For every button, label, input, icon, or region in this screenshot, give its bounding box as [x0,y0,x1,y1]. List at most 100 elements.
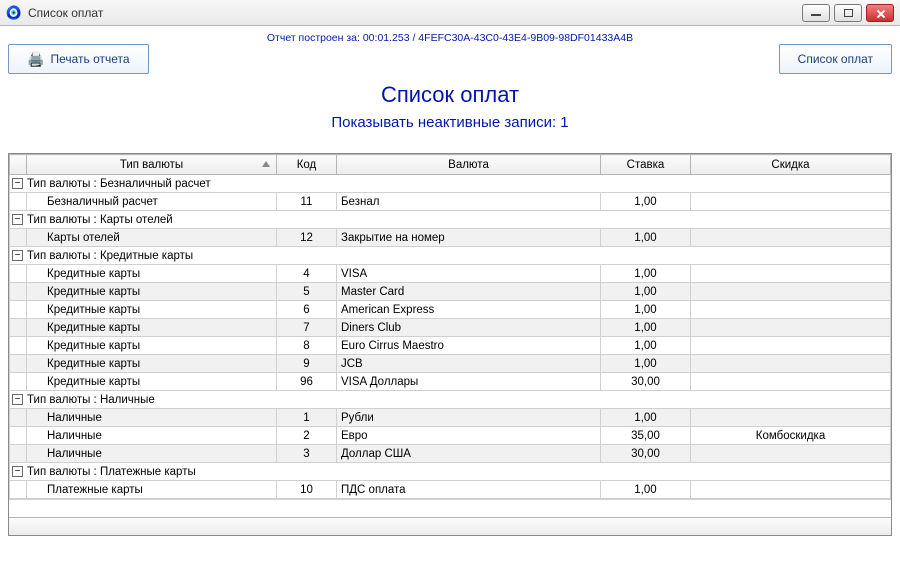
cell-currency: Рубли [337,409,601,427]
row-indent-cell [10,193,27,211]
group-row[interactable]: −Тип валюты : Кредитные карты [10,247,891,265]
cell-code: 8 [277,337,337,355]
group-collapse-icon[interactable]: − [12,394,23,405]
cell-currency: JCB [337,355,601,373]
group-row[interactable]: −Тип валюты : Безналичный расчет [10,175,891,193]
group-label: Тип валюты : Карты отелей [27,214,173,226]
page-subtitle: Показывать неактивные записи: 1 [8,114,892,131]
row-indent-cell [10,265,27,283]
cell-type: Кредитные карты [27,265,277,283]
cell-rate: 30,00 [601,445,691,463]
column-type[interactable]: Тип валюты [27,155,277,175]
cell-code: 11 [277,193,337,211]
column-discount[interactable]: Скидка [691,155,891,175]
row-indent-cell [10,355,27,373]
report-info: Отчет построен за: 00:01.253 / 4FEFC30A-… [8,32,892,44]
cell-discount [691,265,891,283]
window-title: Список оплат [28,6,802,20]
table-row[interactable]: Безналичный расчет11Безнал1,00 [10,193,891,211]
grid-filter-row[interactable] [9,499,891,517]
cell-discount: Комбоскидка [691,427,891,445]
group-label: Тип валюты : Платежные карты [27,466,196,478]
group-collapse-icon[interactable]: − [12,466,23,477]
cell-code: 9 [277,355,337,373]
group-row[interactable]: −Тип валюты : Карты отелей [10,211,891,229]
table-row[interactable]: Карты отелей12Закрытие на номер1,00 [10,229,891,247]
cell-discount [691,301,891,319]
cell-type: Кредитные карты [27,319,277,337]
payments-grid[interactable]: Тип валюты Код Валюта Ставка Скидка −Тип… [8,153,892,536]
table-row[interactable]: Наличные3Доллар США30,00 [10,445,891,463]
group-row[interactable]: −Тип валюты : Наличные [10,391,891,409]
column-expand[interactable] [10,155,27,175]
cell-currency: Euro Cirrus Maestro [337,337,601,355]
cell-rate: 1,00 [601,193,691,211]
cell-discount [691,283,891,301]
row-indent-cell [10,373,27,391]
cell-code: 5 [277,283,337,301]
cell-discount [691,355,891,373]
table-row[interactable]: Кредитные карты6American Express1,00 [10,301,891,319]
table-row[interactable]: Кредитные карты7Diners Club1,00 [10,319,891,337]
cell-rate: 1,00 [601,355,691,373]
row-indent-cell [10,445,27,463]
column-code[interactable]: Код [277,155,337,175]
row-indent-cell [10,229,27,247]
page-title: Список оплат [8,82,892,108]
cell-currency: Безнал [337,193,601,211]
group-collapse-icon[interactable]: − [12,214,23,225]
cell-currency: Master Card [337,283,601,301]
cell-type: Кредитные карты [27,337,277,355]
row-indent-cell [10,409,27,427]
group-row[interactable]: −Тип валюты : Платежные карты [10,463,891,481]
table-row[interactable]: Кредитные карты96VISA Доллары30,00 [10,373,891,391]
cell-currency: Diners Club [337,319,601,337]
cell-currency: Доллар США [337,445,601,463]
close-button[interactable] [866,4,894,22]
table-row[interactable]: Наличные2Евро35,00Комбоскидка [10,427,891,445]
cell-discount [691,409,891,427]
payments-list-label: Список оплат [798,52,873,66]
table-row[interactable]: Платежные карты10ПДС оплата1,00 [10,481,891,499]
cell-type: Кредитные карты [27,355,277,373]
print-report-button[interactable]: 🖨️ Печать отчета [8,44,149,74]
cell-currency: Евро [337,427,601,445]
cell-type: Карты отелей [27,229,277,247]
app-icon: 🧿 [6,5,22,21]
cell-code: 4 [277,265,337,283]
cell-rate: 1,00 [601,337,691,355]
cell-rate: 1,00 [601,301,691,319]
table-row[interactable]: Кредитные карты4VISA1,00 [10,265,891,283]
group-collapse-icon[interactable]: − [12,178,23,189]
cell-type: Наличные [27,427,277,445]
row-indent-cell [10,337,27,355]
group-collapse-icon[interactable]: − [12,250,23,261]
cell-rate: 30,00 [601,373,691,391]
cell-rate: 1,00 [601,265,691,283]
cell-type: Платежные карты [27,481,277,499]
column-currency[interactable]: Валюта [337,155,601,175]
cell-code: 10 [277,481,337,499]
cell-rate: 1,00 [601,481,691,499]
cell-code: 6 [277,301,337,319]
cell-currency: VISA Доллары [337,373,601,391]
cell-discount [691,337,891,355]
column-type-label: Тип валюты [120,159,183,171]
cell-discount [691,445,891,463]
table-row[interactable]: Кредитные карты9JCB1,00 [10,355,891,373]
cell-code: 7 [277,319,337,337]
payments-list-button[interactable]: Список оплат [779,44,892,74]
column-rate[interactable]: Ставка [601,155,691,175]
cell-type: Наличные [27,445,277,463]
cell-discount [691,229,891,247]
minimize-button[interactable] [802,4,830,22]
table-row[interactable]: Наличные1Рубли1,00 [10,409,891,427]
cell-discount [691,373,891,391]
cell-rate: 1,00 [601,319,691,337]
table-row[interactable]: Кредитные карты8Euro Cirrus Maestro1,00 [10,337,891,355]
grid-summary-row [9,517,891,535]
cell-currency: Закрытие на номер [337,229,601,247]
cell-currency: American Express [337,301,601,319]
table-row[interactable]: Кредитные карты5Master Card1,00 [10,283,891,301]
maximize-button[interactable] [834,4,862,22]
